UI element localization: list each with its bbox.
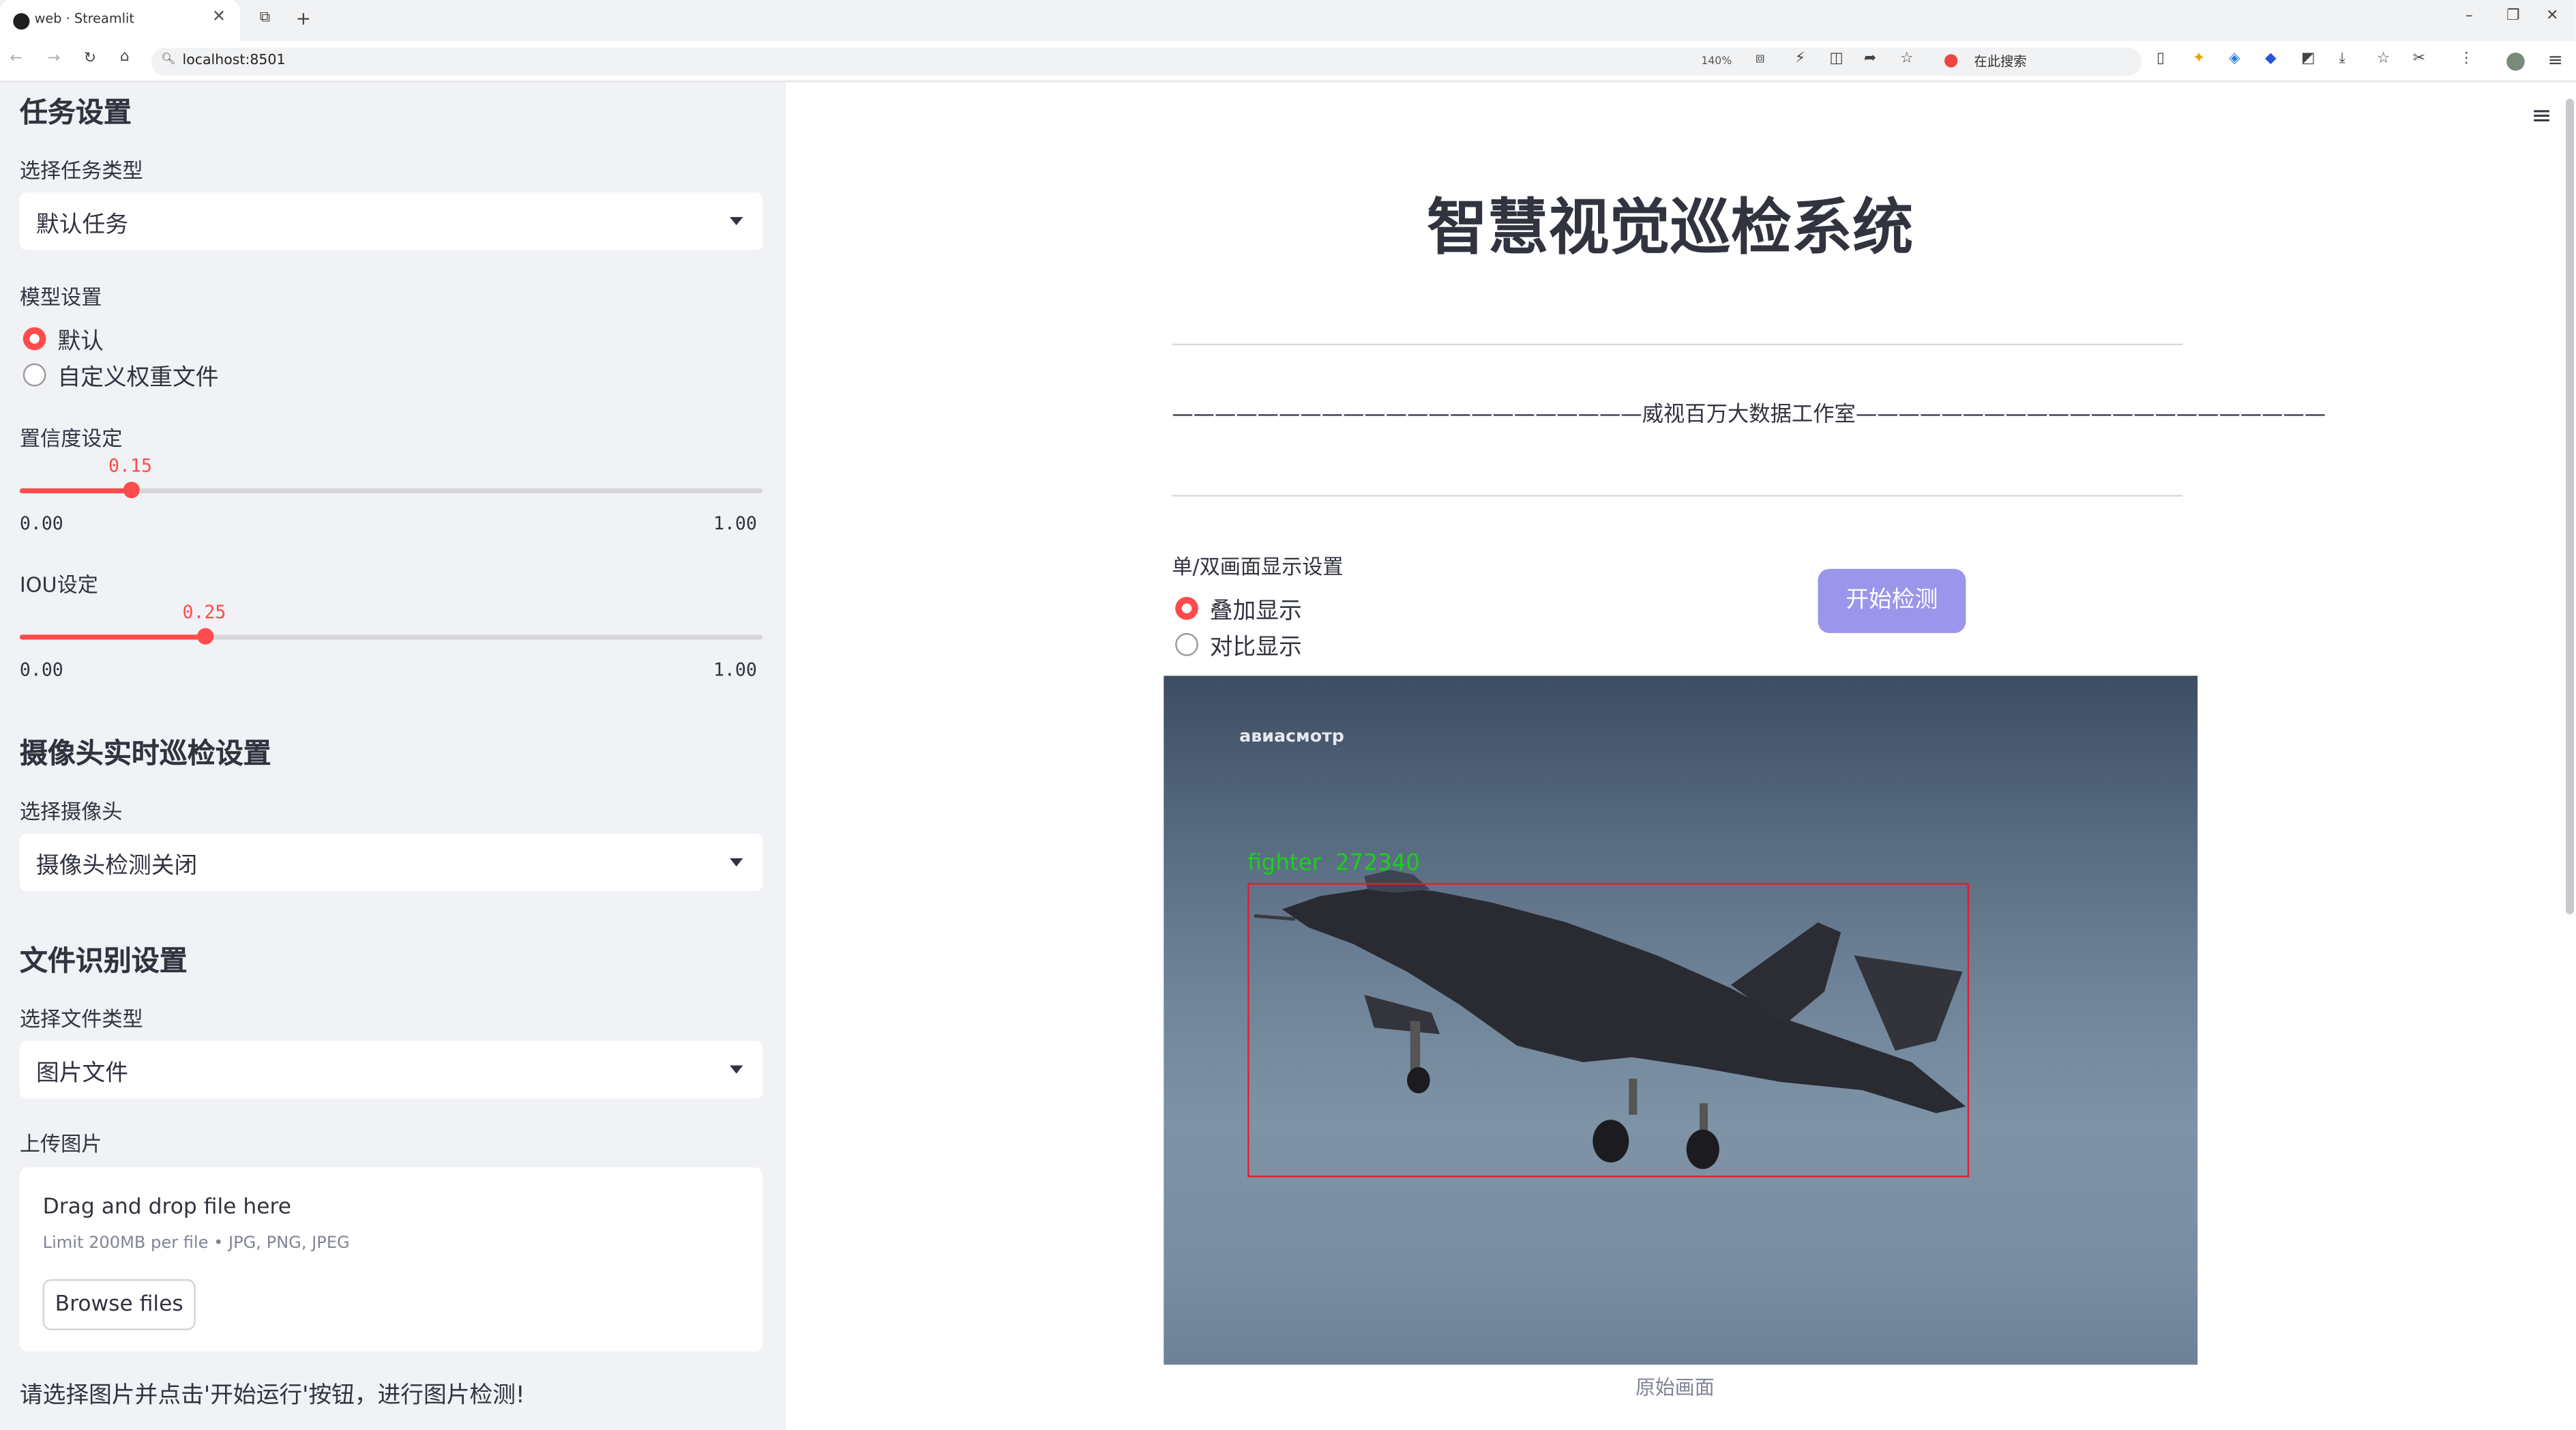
display-settings-label: 单/双画面显示设置 (1172, 554, 1344, 579)
back-icon[interactable]: ← (10, 51, 22, 68)
confidence-max: 1.00 (713, 512, 757, 535)
task-type-label: 选择任务类型 (19, 158, 143, 183)
reload-icon[interactable]: ↻ (84, 51, 96, 68)
divider-top (1172, 343, 2183, 346)
extension-3-icon[interactable]: ◆ (2265, 51, 2277, 68)
display-option-overlay[interactable]: 叠加显示 (1210, 594, 1302, 626)
browser-menu-icon[interactable]: ≡ (2548, 49, 2563, 70)
new-tab-icon[interactable]: + (296, 8, 311, 29)
detection-label: fighter 272340 (1247, 849, 1421, 877)
browser-search-field[interactable] (1936, 47, 2142, 76)
display-option-compare[interactable]: 对比显示 (1210, 630, 1302, 662)
favorites-icon[interactable]: ☆ (2377, 51, 2390, 68)
extension-4-icon[interactable]: ◩ (2301, 51, 2315, 68)
zoom-level[interactable]: 140% (1701, 55, 1732, 68)
search-icon: 🔍︎ (161, 53, 176, 66)
extension-2-icon[interactable]: ◈ (2229, 51, 2240, 68)
streamlit-favicon-icon (13, 13, 30, 30)
divider-bottom (1172, 495, 2183, 497)
display-radio-overlay[interactable] (1175, 596, 1198, 620)
bookmark-star-icon[interactable]: ☆ (1900, 51, 1913, 68)
tab-title: web · Streamlit (34, 11, 134, 27)
confidence-label: 置信度设定 (19, 426, 123, 451)
tab-close-icon[interactable]: ✕ (212, 8, 226, 27)
lightning-icon[interactable]: ⚡︎ (1795, 51, 1805, 68)
camera-value: 摄像头检测关闭 (36, 853, 198, 880)
translate-icon[interactable]: ⧈ (1756, 51, 1765, 68)
extension-icon[interactable]: ✦ (2193, 51, 2205, 68)
confidence-slider-fill (19, 488, 132, 493)
upload-limit-text: Limit 200MB per file • JPG, PNG, JPEG (42, 1234, 350, 1253)
display-radio-compare[interactable] (1175, 632, 1198, 656)
detection-bounding-box (1247, 883, 1970, 1178)
caret-down-icon (730, 858, 743, 867)
caret-down-icon (730, 217, 743, 226)
browse-files-label: Browse files (55, 1292, 183, 1317)
forward-icon[interactable]: → (48, 51, 60, 68)
scissors-icon[interactable]: ✂ (2413, 51, 2425, 68)
camera-label: 选择摄像头 (19, 799, 123, 824)
iou-label: IOU设定 (19, 572, 98, 597)
model-option-default[interactable]: 默认 (57, 324, 103, 357)
file-type-label: 选择文件类型 (19, 1006, 143, 1032)
task-type-select[interactable]: 默认任务 (19, 192, 763, 250)
camera-select[interactable]: 摄像头检测关闭 (19, 833, 763, 892)
page-title: 智慧视觉巡检系统 (1426, 192, 1914, 263)
browse-files-button[interactable]: Browse files (42, 1279, 196, 1330)
more-vertical-icon[interactable]: ⋮ (2459, 51, 2474, 68)
tab-group-icon[interactable]: ⧉ (260, 10, 271, 26)
caret-down-icon (730, 1065, 743, 1074)
image-caption: 原始画面 (1635, 1376, 1715, 1399)
page-scrollbar[interactable] (2566, 98, 2575, 914)
browser-tab[interactable]: web · Streamlit ✕ (0, 0, 240, 42)
file-uploader-dropzone[interactable]: Drag and drop file here Limit 200MB per … (19, 1167, 763, 1352)
restore-icon[interactable]: ❐ (2506, 8, 2519, 25)
model-radio-custom[interactable] (23, 363, 46, 387)
upload-drop-text: Drag and drop file here (42, 1195, 291, 1221)
download-icon[interactable]: ⤓ (2339, 51, 2345, 68)
upload-label: 上传图片 (19, 1131, 102, 1156)
home-icon[interactable]: ⌂ (120, 49, 130, 65)
task-type-value: 默认任务 (36, 211, 128, 239)
iou-slider-fill (19, 634, 206, 640)
camera-settings-header: 摄像头实时巡检设置 (19, 738, 271, 772)
url-text: localhost:8501 (182, 53, 286, 70)
streamlit-menu-icon[interactable]: ≡ (2531, 100, 2551, 130)
confidence-slider-thumb[interactable] (123, 482, 140, 499)
profile-avatar[interactable] (2506, 53, 2525, 71)
close-window-icon[interactable]: ✕ (2546, 8, 2558, 25)
model-radio-default[interactable] (23, 327, 46, 351)
confidence-min: 0.00 (19, 512, 63, 535)
model-option-custom[interactable]: 自定义权重文件 (57, 360, 218, 393)
iou-min: 0.00 (19, 659, 63, 681)
file-settings-header: 文件识别设置 (19, 945, 188, 978)
iou-value: 0.25 (182, 602, 226, 624)
iou-max: 1.00 (713, 659, 757, 681)
hint-text: 请选择图片并点击'开始运行'按钮，进行图片检测! (19, 1382, 525, 1410)
iou-slider-thumb[interactable] (197, 628, 214, 645)
file-type-select[interactable]: 图片文件 (19, 1040, 763, 1098)
browser-tab-bar: web · Streamlit ✕ ⧉ + – ❐ ✕ (0, 0, 2576, 42)
minimize-icon[interactable]: – (2466, 8, 2473, 25)
phone-icon[interactable]: ▯ (2157, 51, 2165, 68)
detection-image: авиасмотр fighter 272340 (1164, 675, 2198, 1365)
model-settings-label: 模型设置 (19, 284, 102, 310)
task-settings-header: 任务设置 (19, 97, 132, 130)
confidence-value: 0.15 (108, 455, 152, 477)
file-type-value: 图片文件 (36, 1060, 128, 1088)
start-detection-button[interactable]: 开始检测 (1818, 568, 1966, 633)
capture-icon[interactable]: ◫ (1829, 51, 1844, 68)
search-engine-icon (1944, 54, 1958, 68)
studio-subtitle: ——————————————————————威视百万大数据工作室————————… (1172, 403, 2326, 428)
browser-search-text: 在此搜索 (1974, 54, 2027, 70)
share-icon[interactable]: ➦ (1864, 51, 1876, 68)
